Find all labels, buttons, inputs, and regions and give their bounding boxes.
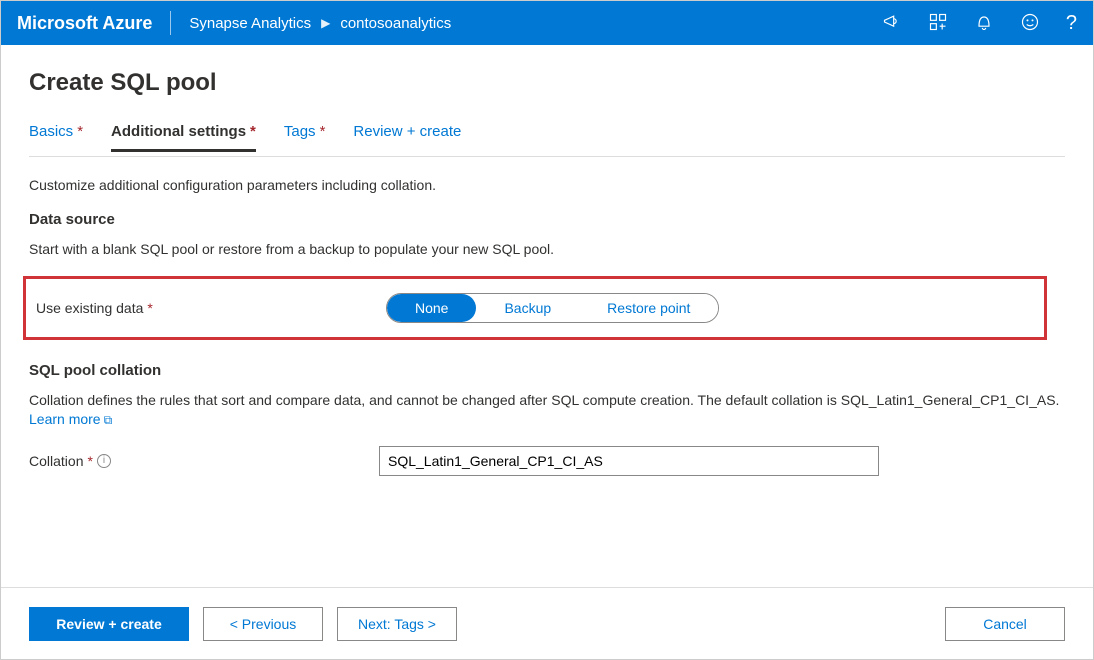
tab-strip: Basics * Additional settings * Tags * Re… <box>29 123 1065 157</box>
required-marker: * <box>87 453 92 469</box>
tab-tags[interactable]: Tags * <box>284 123 326 149</box>
collation-label: Collation * i <box>29 453 379 469</box>
brand-logo[interactable]: Microsoft Azure <box>17 13 152 34</box>
tab-basics[interactable]: Basics * <box>29 123 83 149</box>
learn-more-link[interactable]: Learn more⧉ <box>29 411 112 427</box>
feedback-icon[interactable] <box>1020 12 1040 35</box>
next-button[interactable]: Next: Tags > <box>337 607 457 641</box>
tab-review-label: Review + create <box>353 123 461 140</box>
tab-tags-label: Tags <box>284 123 316 140</box>
data-source-heading: Data source <box>29 211 1065 228</box>
tab-additional-label: Additional settings <box>111 123 246 140</box>
collation-heading: SQL pool collation <box>29 362 1065 379</box>
option-backup[interactable]: Backup <box>476 294 579 322</box>
announcements-icon[interactable] <box>882 12 902 35</box>
tab-additional-settings[interactable]: Additional settings * <box>111 123 256 152</box>
divider <box>170 11 171 35</box>
use-existing-data-row: Use existing data * None Backup Restore … <box>23 276 1047 340</box>
wizard-footer: Review + create < Previous Next: Tags > … <box>1 587 1093 659</box>
collation-row: Collation * i <box>29 446 1065 476</box>
required-marker: * <box>250 123 256 140</box>
required-marker: * <box>147 300 152 316</box>
previous-button[interactable]: < Previous <box>203 607 323 641</box>
breadcrumb-synapse[interactable]: Synapse Analytics <box>189 15 311 32</box>
option-none[interactable]: None <box>387 294 476 322</box>
required-marker: * <box>320 123 326 140</box>
review-create-button[interactable]: Review + create <box>29 607 189 641</box>
tab-review-create[interactable]: Review + create <box>353 123 461 149</box>
tab-basics-label: Basics <box>29 123 73 140</box>
notifications-icon[interactable] <box>974 12 994 35</box>
collation-text: Collation defines the rules that sort an… <box>29 391 1065 430</box>
external-link-icon: ⧉ <box>104 413 113 427</box>
directory-icon[interactable] <box>928 12 948 35</box>
data-source-text: Start with a blank SQL pool or restore f… <box>29 240 1065 260</box>
learn-more-label: Learn more <box>29 411 101 427</box>
use-existing-data-label: Use existing data * <box>36 300 386 316</box>
info-icon[interactable]: i <box>97 454 111 468</box>
help-icon[interactable]: ? <box>1066 12 1077 35</box>
cancel-button[interactable]: Cancel <box>945 607 1065 641</box>
intro-text: Customize additional configuration param… <box>29 177 1065 193</box>
top-bar: Microsoft Azure Synapse Analytics ▶ cont… <box>1 1 1093 45</box>
chevron-right-icon: ▶ <box>321 16 330 30</box>
field-label-text: Collation <box>29 453 83 469</box>
required-marker: * <box>77 123 83 140</box>
main-content: Create SQL pool Basics * Additional sett… <box>1 45 1093 587</box>
collation-input[interactable] <box>379 446 879 476</box>
use-existing-data-selector: None Backup Restore point <box>386 293 719 323</box>
option-restore-point[interactable]: Restore point <box>579 294 718 322</box>
page-title: Create SQL pool <box>29 69 1065 97</box>
breadcrumb-workspace[interactable]: contosoanalytics <box>340 15 451 32</box>
field-label-text: Use existing data <box>36 300 143 316</box>
breadcrumb: Synapse Analytics ▶ contosoanalytics <box>189 15 451 32</box>
collation-text-body: Collation defines the rules that sort an… <box>29 392 1059 408</box>
